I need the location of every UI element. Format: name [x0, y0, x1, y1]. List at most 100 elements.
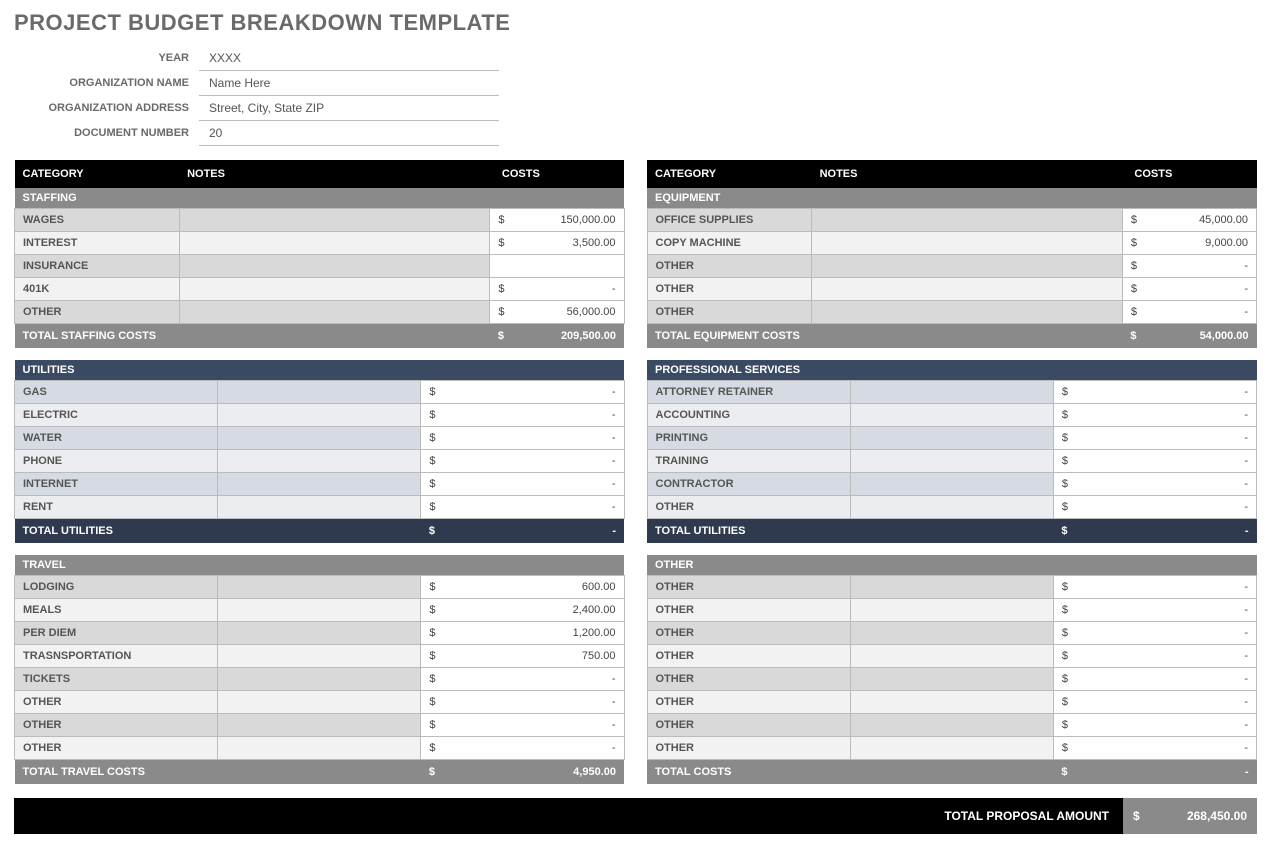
- notes-cell[interactable]: [850, 737, 1053, 760]
- notes-cell[interactable]: [218, 599, 421, 622]
- category-cell[interactable]: LODGING: [15, 576, 218, 599]
- category-cell[interactable]: OTHER: [647, 301, 812, 324]
- category-cell[interactable]: RENT: [15, 496, 218, 519]
- cost-cell[interactable]: $-: [421, 427, 624, 450]
- notes-cell[interactable]: [850, 427, 1053, 450]
- category-cell[interactable]: GAS: [15, 381, 218, 404]
- category-cell[interactable]: OTHER: [647, 622, 850, 645]
- notes-cell[interactable]: [218, 622, 421, 645]
- notes-cell[interactable]: [850, 599, 1053, 622]
- cost-cell[interactable]: $56,000.00: [490, 301, 624, 324]
- notes-cell[interactable]: [850, 668, 1053, 691]
- category-cell[interactable]: OTHER: [647, 599, 850, 622]
- cost-cell[interactable]: $1,200.00: [421, 622, 624, 645]
- category-cell[interactable]: WATER: [15, 427, 218, 450]
- notes-cell[interactable]: [812, 301, 1123, 324]
- category-cell[interactable]: TICKETS: [15, 668, 218, 691]
- notes-cell[interactable]: [850, 622, 1053, 645]
- notes-cell[interactable]: [218, 450, 421, 473]
- cost-cell[interactable]: $-: [1053, 599, 1256, 622]
- cost-cell[interactable]: $-: [1053, 622, 1256, 645]
- category-cell[interactable]: INTERNET: [15, 473, 218, 496]
- category-cell[interactable]: OTHER: [647, 645, 850, 668]
- cost-cell[interactable]: $-: [1053, 404, 1256, 427]
- notes-cell[interactable]: [850, 714, 1053, 737]
- notes-cell[interactable]: [218, 668, 421, 691]
- notes-cell[interactable]: [812, 232, 1123, 255]
- notes-cell[interactable]: [218, 427, 421, 450]
- info-value[interactable]: Name Here: [199, 71, 499, 96]
- category-cell[interactable]: PHONE: [15, 450, 218, 473]
- notes-cell[interactable]: [218, 381, 421, 404]
- cost-cell[interactable]: $-: [421, 473, 624, 496]
- info-value[interactable]: XXXX: [199, 46, 499, 71]
- category-cell[interactable]: TRASNSPORTATION: [15, 645, 218, 668]
- notes-cell[interactable]: [812, 209, 1123, 232]
- category-cell[interactable]: OTHER: [647, 576, 850, 599]
- category-cell[interactable]: OFFICE SUPPLIES: [647, 209, 812, 232]
- category-cell[interactable]: OTHER: [647, 691, 850, 714]
- notes-cell[interactable]: [850, 404, 1053, 427]
- category-cell[interactable]: ACCOUNTING: [647, 404, 850, 427]
- category-cell[interactable]: OTHER: [647, 714, 850, 737]
- cost-cell[interactable]: $-: [421, 714, 624, 737]
- cost-cell[interactable]: $750.00: [421, 645, 624, 668]
- category-cell[interactable]: OTHER: [647, 496, 850, 519]
- cost-cell[interactable]: $-: [1122, 301, 1256, 324]
- cost-cell[interactable]: $-: [1053, 737, 1256, 760]
- cost-cell[interactable]: $-: [421, 381, 624, 404]
- cost-cell[interactable]: $-: [421, 737, 624, 760]
- category-cell[interactable]: WAGES: [15, 209, 180, 232]
- cost-cell[interactable]: $-: [1053, 691, 1256, 714]
- notes-cell[interactable]: [850, 450, 1053, 473]
- cost-cell[interactable]: $9,000.00: [1122, 232, 1256, 255]
- notes-cell[interactable]: [218, 645, 421, 668]
- cost-cell[interactable]: $150,000.00: [490, 209, 624, 232]
- notes-cell[interactable]: [850, 473, 1053, 496]
- notes-cell[interactable]: [850, 381, 1053, 404]
- cost-cell[interactable]: $-: [1053, 645, 1256, 668]
- notes-cell[interactable]: [179, 255, 490, 278]
- cost-cell[interactable]: $-: [1053, 714, 1256, 737]
- notes-cell[interactable]: [218, 714, 421, 737]
- notes-cell[interactable]: [218, 473, 421, 496]
- cost-cell[interactable]: $-: [1053, 576, 1256, 599]
- category-cell[interactable]: OTHER: [15, 737, 218, 760]
- cost-cell[interactable]: $3,500.00: [490, 232, 624, 255]
- notes-cell[interactable]: [218, 576, 421, 599]
- cost-cell[interactable]: $-: [1053, 427, 1256, 450]
- cost-cell[interactable]: $-: [1053, 668, 1256, 691]
- cost-cell[interactable]: $-: [421, 668, 624, 691]
- info-value[interactable]: 20: [199, 121, 499, 146]
- category-cell[interactable]: INTEREST: [15, 232, 180, 255]
- notes-cell[interactable]: [218, 404, 421, 427]
- category-cell[interactable]: PRINTING: [647, 427, 850, 450]
- cost-cell[interactable]: $-: [1053, 473, 1256, 496]
- cost-cell[interactable]: $-: [1122, 278, 1256, 301]
- category-cell[interactable]: PER DIEM: [15, 622, 218, 645]
- cost-cell[interactable]: $-: [490, 278, 624, 301]
- cost-cell[interactable]: $-: [421, 450, 624, 473]
- notes-cell[interactable]: [218, 737, 421, 760]
- category-cell[interactable]: 401K: [15, 278, 180, 301]
- category-cell[interactable]: ATTORNEY RETAINER: [647, 381, 850, 404]
- category-cell[interactable]: OTHER: [647, 737, 850, 760]
- category-cell[interactable]: INSURANCE: [15, 255, 180, 278]
- cost-cell[interactable]: $-: [421, 496, 624, 519]
- category-cell[interactable]: CONTRACTOR: [647, 473, 850, 496]
- cost-cell[interactable]: $600.00: [421, 576, 624, 599]
- category-cell[interactable]: OTHER: [15, 714, 218, 737]
- cost-cell[interactable]: $-: [1053, 496, 1256, 519]
- category-cell[interactable]: ELECTRIC: [15, 404, 218, 427]
- notes-cell[interactable]: [179, 278, 490, 301]
- category-cell[interactable]: OTHER: [647, 278, 812, 301]
- notes-cell[interactable]: [218, 496, 421, 519]
- cost-cell[interactable]: $-: [421, 691, 624, 714]
- category-cell[interactable]: TRAINING: [647, 450, 850, 473]
- notes-cell[interactable]: [179, 301, 490, 324]
- cost-cell[interactable]: $-: [421, 404, 624, 427]
- cost-cell[interactable]: $-: [1053, 381, 1256, 404]
- notes-cell[interactable]: [179, 209, 490, 232]
- info-value[interactable]: Street, City, State ZIP: [199, 96, 499, 121]
- notes-cell[interactable]: [850, 576, 1053, 599]
